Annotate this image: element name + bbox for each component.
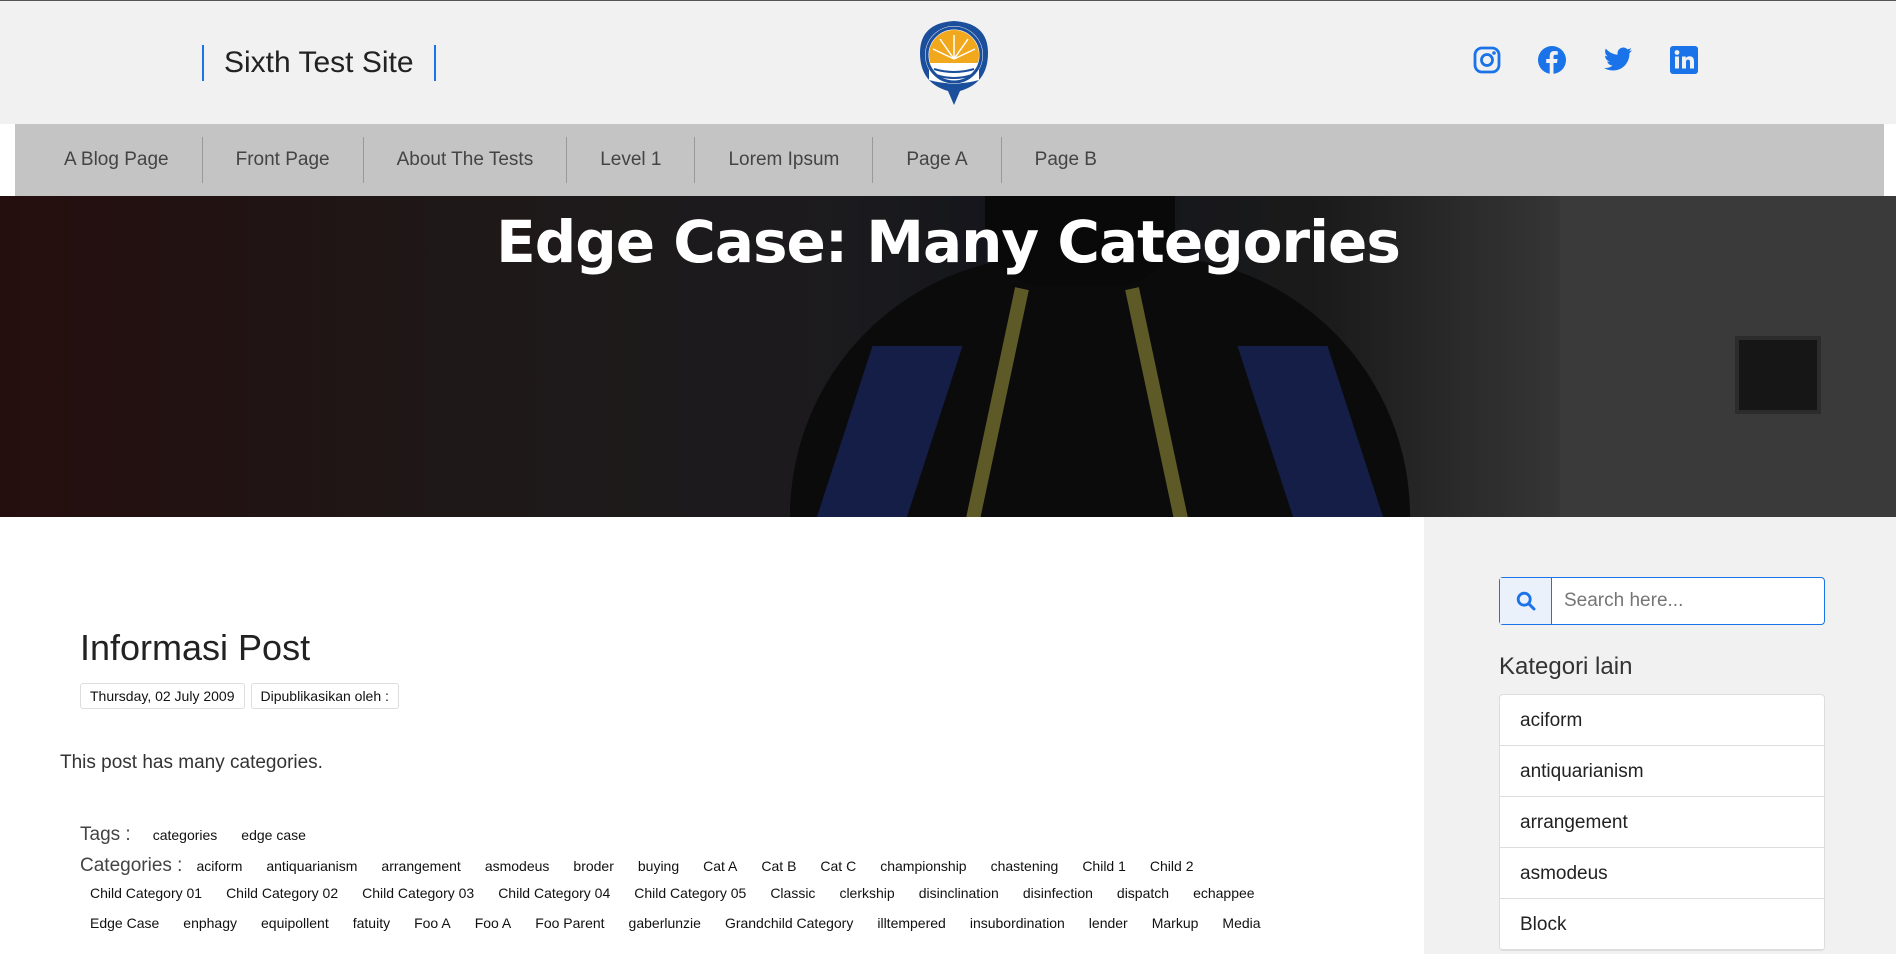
category-link[interactable]: disinclination bbox=[907, 885, 1011, 901]
category-link[interactable]: fatuity bbox=[341, 915, 402, 931]
category-link[interactable]: enphagy bbox=[171, 915, 249, 931]
categories-row: Edge Case enphagy equipollent fatuity Fo… bbox=[80, 915, 1350, 945]
twitter-icon[interactable] bbox=[1603, 47, 1633, 73]
category-link[interactable]: Foo A bbox=[463, 915, 524, 931]
page-title: Edge Case: Many Categories bbox=[496, 208, 1401, 276]
tags-label: Tags : bbox=[80, 824, 131, 845]
category-link[interactable]: clerkship bbox=[827, 885, 906, 901]
tag-link[interactable]: edge case bbox=[229, 827, 318, 843]
post-meta: Thursday, 02 July 2009 Dipublikasikan ol… bbox=[80, 683, 399, 709]
category-link[interactable]: chastening bbox=[979, 858, 1071, 874]
categories-list: aciform antiquarianism arrangement asmod… bbox=[1499, 694, 1825, 951]
nav-item-page-b[interactable]: Page B bbox=[1002, 137, 1130, 183]
category-list-item[interactable]: Block bbox=[1500, 899, 1824, 950]
category-link[interactable]: Cat C bbox=[808, 858, 868, 874]
category-link[interactable]: asmodeus bbox=[473, 858, 562, 874]
hero-banner: Edge Case: Many Categories bbox=[0, 196, 1896, 517]
search-box bbox=[1499, 577, 1825, 625]
linkedin-icon[interactable] bbox=[1670, 46, 1698, 74]
post-tags: Tags : categories edge case bbox=[80, 824, 318, 846]
facebook-icon[interactable] bbox=[1537, 45, 1567, 75]
category-link[interactable]: dispatch bbox=[1105, 885, 1181, 901]
category-link[interactable]: broder bbox=[561, 858, 625, 874]
category-link[interactable]: Cat A bbox=[691, 858, 749, 874]
post-categories: Categories : aciform antiquarianism arra… bbox=[80, 855, 1350, 945]
category-link[interactable]: lender bbox=[1077, 915, 1140, 931]
category-list-item[interactable]: antiquarianism bbox=[1500, 746, 1824, 797]
category-link[interactable]: Classic bbox=[758, 885, 827, 901]
category-link[interactable]: echappee bbox=[1181, 885, 1267, 901]
category-link[interactable]: buying bbox=[626, 858, 691, 874]
category-link[interactable]: disinfection bbox=[1011, 885, 1105, 901]
categories-label: Categories : bbox=[80, 855, 183, 876]
post-info-heading: Informasi Post bbox=[80, 627, 311, 668]
category-link[interactable]: Child 2 bbox=[1138, 858, 1206, 874]
nav-item-about-the-tests[interactable]: About The Tests bbox=[364, 137, 568, 183]
search-input[interactable] bbox=[1552, 578, 1824, 624]
category-link[interactable]: Cat B bbox=[749, 858, 808, 874]
tag-link[interactable]: categories bbox=[141, 827, 230, 843]
category-link[interactable]: equipollent bbox=[249, 915, 341, 931]
category-link[interactable]: championship bbox=[868, 858, 978, 874]
nav-item-lorem-ipsum[interactable]: Lorem Ipsum bbox=[695, 137, 874, 183]
category-link[interactable]: Child Category 03 bbox=[350, 885, 486, 901]
nav-item-front-page[interactable]: Front Page bbox=[203, 137, 364, 183]
categories-row: Child Category 01 Child Category 02 Chil… bbox=[80, 885, 1350, 915]
category-link[interactable]: antiquarianism bbox=[254, 858, 369, 874]
nav-item-level-1[interactable]: Level 1 bbox=[567, 137, 696, 183]
post-body: This post has many categories. bbox=[60, 752, 323, 773]
site-title[interactable]: Sixth Test Site bbox=[202, 45, 436, 81]
nav-item-a-blog-page[interactable]: A Blog Page bbox=[46, 137, 203, 183]
site-header: Sixth Test Site bbox=[0, 0, 1896, 124]
nav-item-page-a[interactable]: Page A bbox=[873, 137, 1002, 183]
category-link[interactable]: aciform bbox=[184, 858, 254, 874]
category-list-item[interactable]: aciform bbox=[1500, 695, 1824, 746]
category-link[interactable]: Edge Case bbox=[80, 915, 171, 931]
categories-heading: Kategori lain bbox=[1499, 653, 1633, 680]
category-list-item[interactable]: asmodeus bbox=[1500, 848, 1824, 899]
categories-row: Categories : aciform antiquarianism arra… bbox=[80, 855, 1350, 885]
category-link[interactable]: Child Category 02 bbox=[214, 885, 350, 901]
category-link[interactable]: gaberlunzie bbox=[617, 915, 713, 931]
post-content: Informasi Post Thursday, 02 July 2009 Di… bbox=[0, 517, 1424, 954]
search-icon bbox=[1516, 591, 1535, 611]
search-button[interactable] bbox=[1500, 578, 1552, 624]
category-link[interactable]: Grandchild Category bbox=[713, 915, 865, 931]
post-date-badge: Thursday, 02 July 2009 bbox=[80, 683, 245, 709]
sidebar: Kategori lain aciform antiquarianism arr… bbox=[1424, 517, 1896, 954]
category-link[interactable]: arrangement bbox=[369, 858, 472, 874]
category-link[interactable]: Child Category 05 bbox=[622, 885, 758, 901]
category-link[interactable]: Child Category 04 bbox=[486, 885, 622, 901]
post-author-badge: Dipublikasikan oleh : bbox=[250, 683, 399, 709]
category-link[interactable]: Foo A bbox=[402, 915, 463, 931]
main-nav: A Blog Page Front Page About The Tests L… bbox=[15, 124, 1884, 196]
instagram-icon[interactable] bbox=[1472, 45, 1502, 75]
category-list-item[interactable]: arrangement bbox=[1500, 797, 1824, 848]
category-link[interactable]: Markup bbox=[1140, 915, 1211, 931]
category-link[interactable]: insubordination bbox=[958, 915, 1077, 931]
category-link[interactable]: Child 1 bbox=[1070, 858, 1138, 874]
category-link[interactable]: illtempered bbox=[865, 915, 957, 931]
university-logo-icon[interactable] bbox=[914, 17, 994, 109]
category-link[interactable]: Child Category 01 bbox=[80, 885, 214, 901]
category-link[interactable]: Media bbox=[1210, 915, 1272, 931]
category-link[interactable]: Foo Parent bbox=[523, 915, 616, 931]
